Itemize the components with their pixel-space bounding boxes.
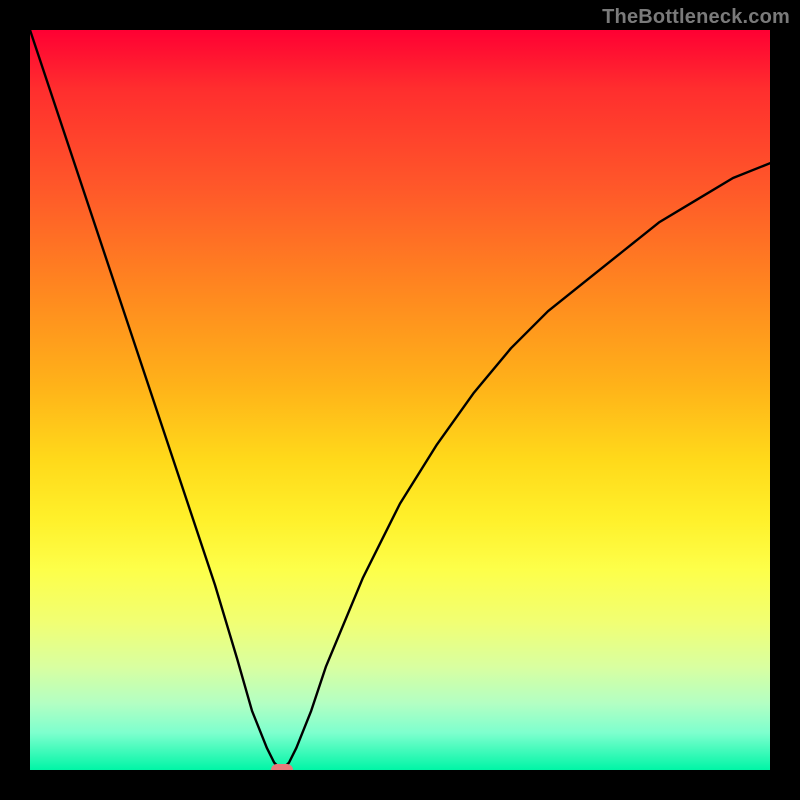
chart-frame: TheBottleneck.com — [0, 0, 800, 800]
curve-svg — [30, 30, 770, 770]
min-marker — [271, 764, 293, 770]
plot-area — [30, 30, 770, 770]
bottleneck-curve — [30, 30, 770, 770]
watermark-text: TheBottleneck.com — [602, 6, 790, 29]
